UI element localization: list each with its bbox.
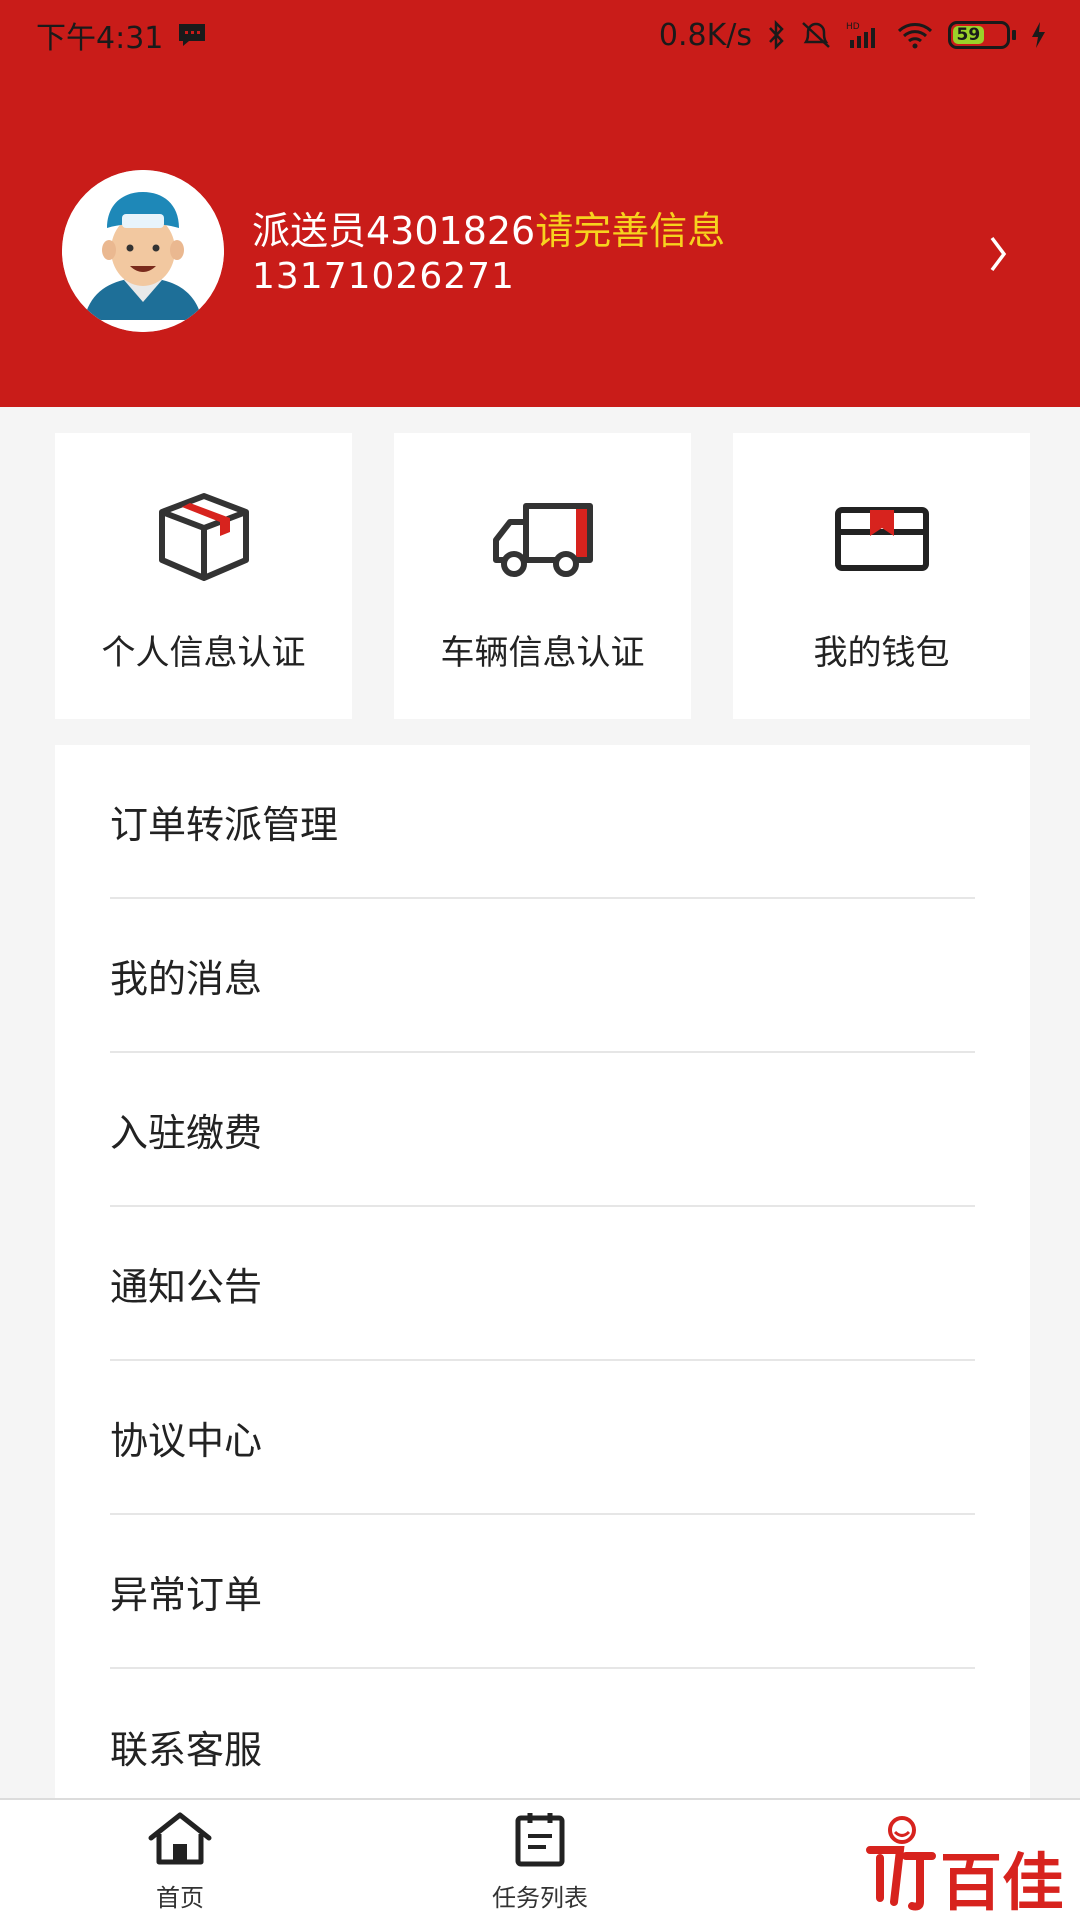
quick-action-cards: 个人信息认证 车辆信息认证 我的钱包	[55, 433, 1030, 719]
status-time: 下午4:31	[36, 21, 164, 56]
brand-text: 百佳	[940, 1846, 1062, 1916]
menu-item-label: 联系客服	[110, 1727, 263, 1772]
menu-item-label: 入驻缴费	[110, 1110, 263, 1155]
card-vehicle-verification[interactable]: 车辆信息认证	[394, 433, 691, 719]
menu-item-announcements[interactable]: 通知公告	[110, 1207, 975, 1361]
menu-list: 订单转派管理 我的消息 入驻缴费 通知公告 协议中心 异常订单 联系客服	[55, 745, 1030, 1800]
nav-tab-home[interactable]: 首页	[130, 1800, 230, 1920]
message-icon	[177, 22, 207, 48]
status-bar: 下午4:31 0.8K/s HD 59	[0, 0, 1080, 70]
charging-icon	[1030, 21, 1046, 49]
courier-name: 派送员4301826	[252, 209, 536, 253]
nav-tab-label: 任务列表	[492, 1884, 588, 1912]
nav-tab-label: 首页	[156, 1884, 204, 1912]
menu-item-join-fee[interactable]: 入驻缴费	[110, 1053, 975, 1207]
battery-icon: 59	[948, 21, 1016, 49]
hd-signal-icon: HD	[846, 20, 882, 50]
menu-item-order-transfer[interactable]: 订单转派管理	[110, 745, 975, 899]
menu-item-abnormal-orders[interactable]: 异常订单	[110, 1515, 975, 1669]
menu-item-label: 异常订单	[110, 1572, 263, 1617]
card-my-wallet[interactable]: 我的钱包	[733, 433, 1030, 719]
menu-item-label: 协议中心	[110, 1418, 263, 1463]
home-icon	[145, 1810, 215, 1872]
card-label: 车辆信息认证	[440, 633, 645, 673]
network-speed: 0.8K/s	[658, 17, 752, 53]
complete-info-prompt[interactable]: 请完善信息	[535, 209, 725, 253]
menu-item-label: 通知公告	[110, 1264, 263, 1309]
chevron-right-icon[interactable]	[982, 232, 1012, 276]
courier-phone: 13171026271	[252, 256, 515, 297]
avatar	[62, 170, 224, 332]
wifi-icon	[896, 20, 934, 50]
nav-tab-tasks[interactable]: 任务列表	[480, 1800, 600, 1920]
menu-item-label: 我的消息	[110, 956, 263, 1001]
menu-item-agreements[interactable]: 协议中心	[110, 1361, 975, 1515]
courier-name-line: 派送员4301826请完善信息	[252, 200, 725, 255]
menu-item-label: 订单转派管理	[110, 802, 339, 847]
package-box-icon	[55, 488, 352, 588]
menu-item-my-messages[interactable]: 我的消息	[110, 899, 975, 1053]
alarm-off-icon	[800, 20, 832, 50]
profile-row[interactable]: 派送员4301826请完善信息 13171026271	[0, 170, 1080, 332]
task-list-icon	[512, 1810, 568, 1872]
wallet-icon	[733, 488, 1030, 588]
brand-logo-watermark: 百佳	[862, 1808, 1064, 1919]
battery-level: 59	[956, 25, 981, 45]
svg-text:HD: HD	[846, 22, 860, 32]
card-personal-verification[interactable]: 个人信息认证	[55, 433, 352, 719]
bluetooth-icon	[766, 20, 786, 50]
card-label: 我的钱包	[813, 633, 950, 673]
profile-header: 下午4:31 0.8K/s HD 59 派送员4301826请完善信息 1317…	[0, 0, 1080, 407]
card-label: 个人信息认证	[101, 633, 306, 673]
truck-icon	[394, 488, 691, 588]
